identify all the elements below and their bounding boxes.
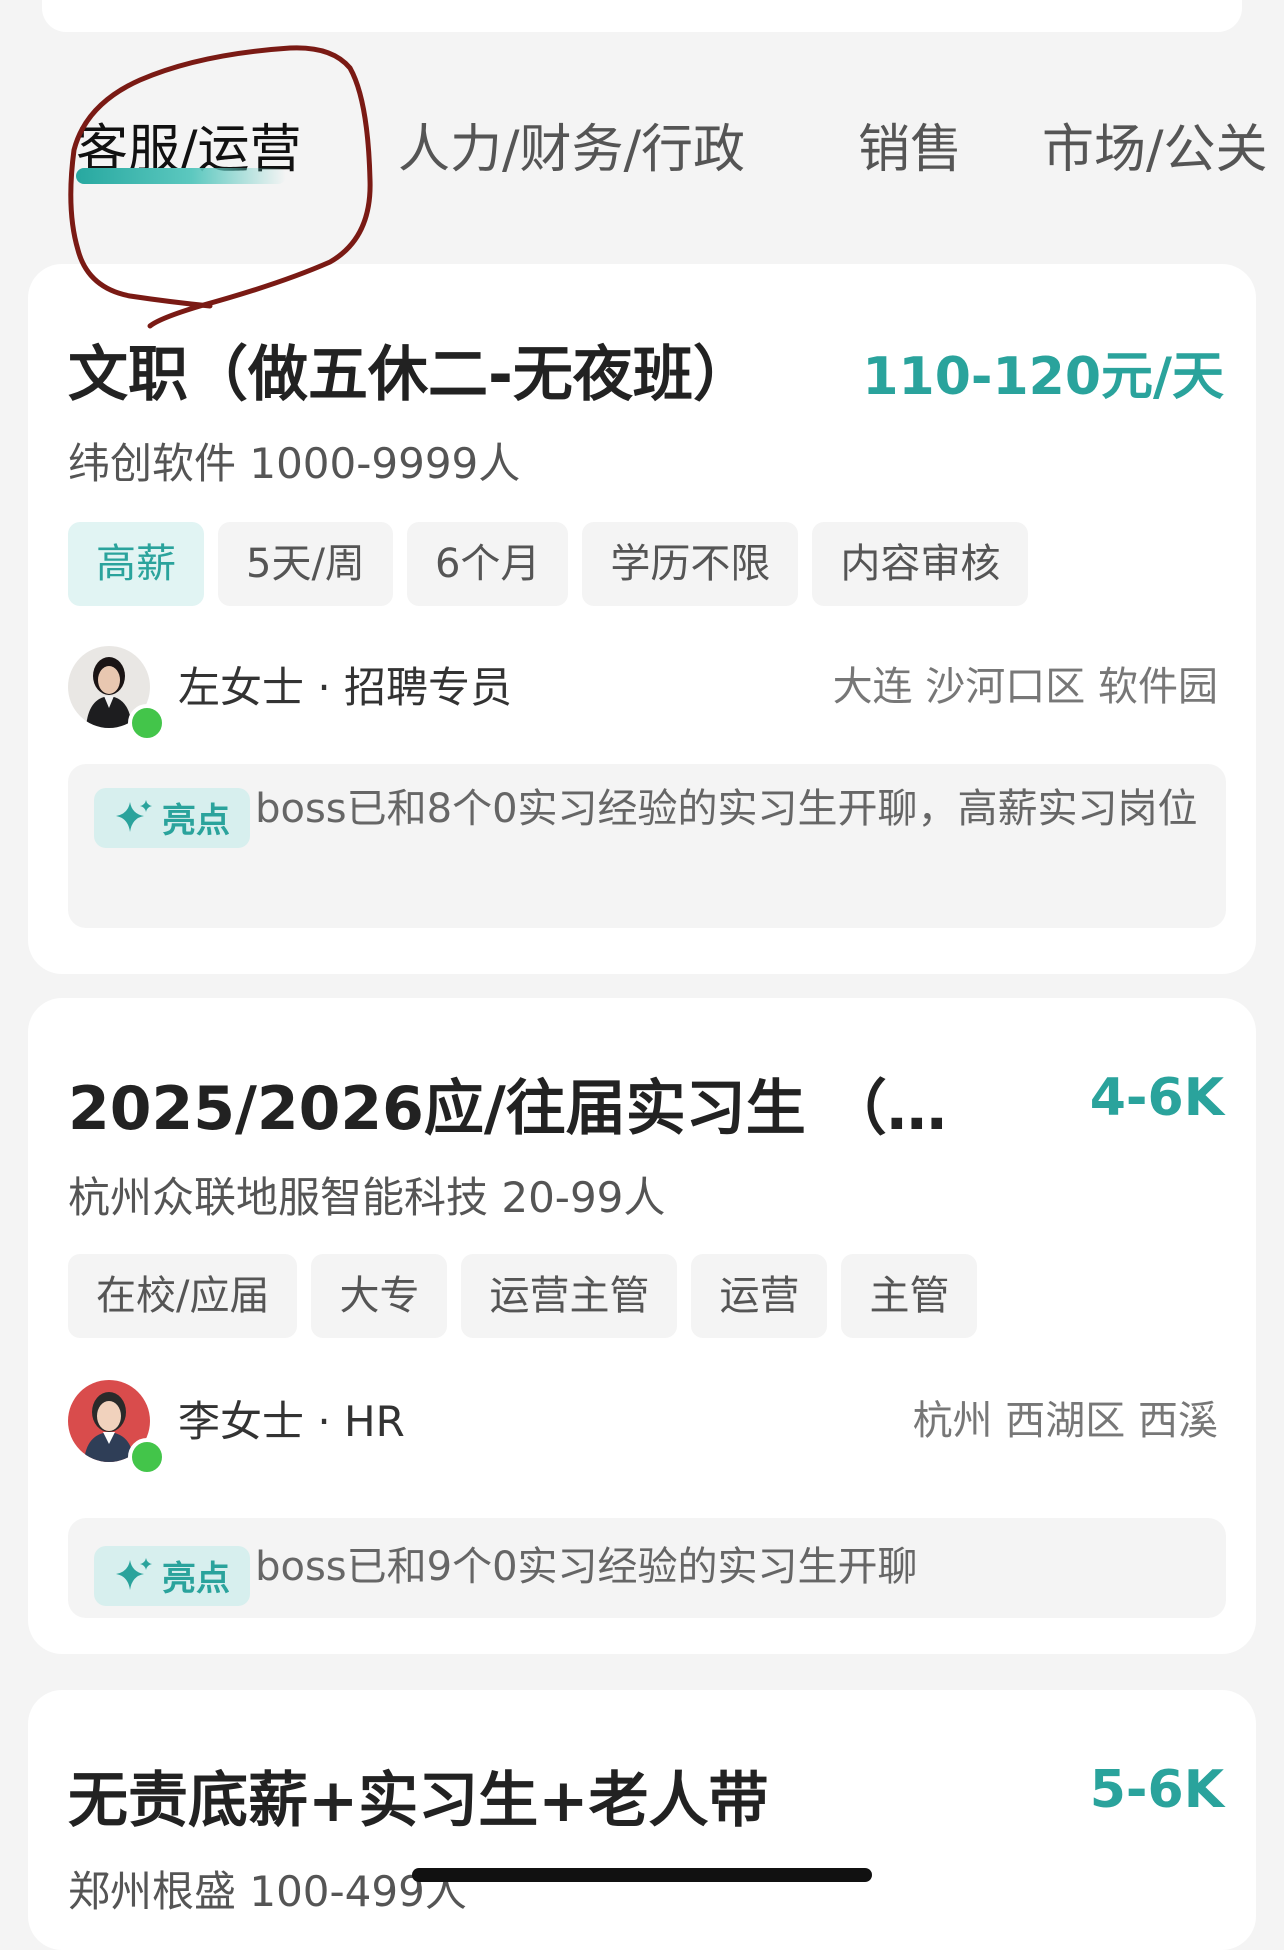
highlight-text: boss已和8个0实习经验的实习生开聊，高薪实习岗位 [255, 786, 1198, 832]
job-card[interactable]: 2025/2026应/往届实习生 （包... 4-6K 杭州众联地服智能科技 2… [28, 998, 1256, 1654]
highlight-badge: 亮点 [94, 1545, 250, 1606]
tag: 运营主管 [461, 1254, 678, 1338]
recruiter-row: 左女士 · 招聘专员 大连 沙河口区 软件园 [68, 646, 1218, 742]
sparkle-icon [116, 799, 152, 832]
job-salary: 4-6K [1089, 1068, 1224, 1128]
job-card[interactable]: 无责底薪+实习生+老人带 5-6K 郑州根盛 100-499人 [28, 1690, 1256, 1950]
sparkle-icon [116, 1557, 152, 1590]
job-location: 大连 沙河口区 软件园 [832, 664, 1218, 710]
company-info: 杭州众联地服智能科技 20-99人 [68, 1173, 666, 1222]
tab-hr-finance-admin[interactable]: 人力/财务/行政 [398, 110, 745, 190]
tag: 5天/周 [218, 522, 393, 606]
online-status-dot [128, 1438, 166, 1476]
tag-list: 高薪 5天/周 6个月 学历不限 内容审核 [68, 522, 1029, 606]
tag: 内容审核 [812, 522, 1029, 606]
job-card[interactable]: 文职（做五休二-无夜班） 110-120元/天 纬创软件 1000-9999人 … [28, 264, 1256, 974]
tag: 高薪 [68, 522, 204, 606]
tag: 学历不限 [582, 522, 799, 606]
job-salary: 5-6K [1089, 1760, 1224, 1820]
tag: 6个月 [406, 522, 569, 606]
highlight-label: 亮点 [162, 1559, 230, 1599]
tag: 大专 [311, 1254, 448, 1338]
tag: 在校/应届 [68, 1254, 298, 1338]
job-title: 2025/2026应/往届实习生 （包... [68, 1074, 988, 1144]
online-status-dot [128, 704, 166, 742]
recruiter-name: 左女士 · 招聘专员 [178, 663, 513, 712]
category-tabs: 客服/运营 人力/财务/行政 销售 市场/公关 [0, 110, 1284, 200]
tab-marketing-pr[interactable]: 市场/公关 [1042, 110, 1268, 190]
job-title: 无责底薪+实习生+老人带 [68, 1766, 769, 1836]
highlight-box: 亮点 boss已和8个0实习经验的实习生开聊，高薪实习岗位 [68, 764, 1226, 928]
active-tab-indicator [76, 168, 286, 184]
job-salary: 110-120元/天 [862, 347, 1224, 407]
highlight-text: boss已和9个0实习经验的实习生开聊 [255, 1544, 918, 1590]
highlight-badge: 亮点 [94, 787, 250, 848]
tab-sales[interactable]: 销售 [858, 110, 962, 190]
job-location: 杭州 西湖区 西溪 [912, 1398, 1218, 1444]
tag: 主管 [841, 1254, 978, 1338]
recruiter-name: 李女士 · HR [178, 1397, 405, 1446]
company-info: 郑州根盛 100-499人 [68, 1867, 467, 1916]
tag: 运营 [691, 1254, 828, 1338]
home-indicator[interactable] [412, 1868, 872, 1882]
highlight-box: 亮点 boss已和9个0实习经验的实习生开聊 [68, 1518, 1226, 1618]
company-info: 纬创软件 1000-9999人 [68, 439, 521, 488]
highlight-label: 亮点 [162, 801, 230, 841]
job-title: 文职（做五休二-无夜班） [68, 340, 753, 410]
tag-list: 在校/应届 大专 运营主管 运营 主管 [68, 1254, 978, 1338]
top-card [42, 0, 1242, 32]
recruiter-row: 李女士 · HR 杭州 西湖区 西溪 [68, 1380, 1218, 1476]
